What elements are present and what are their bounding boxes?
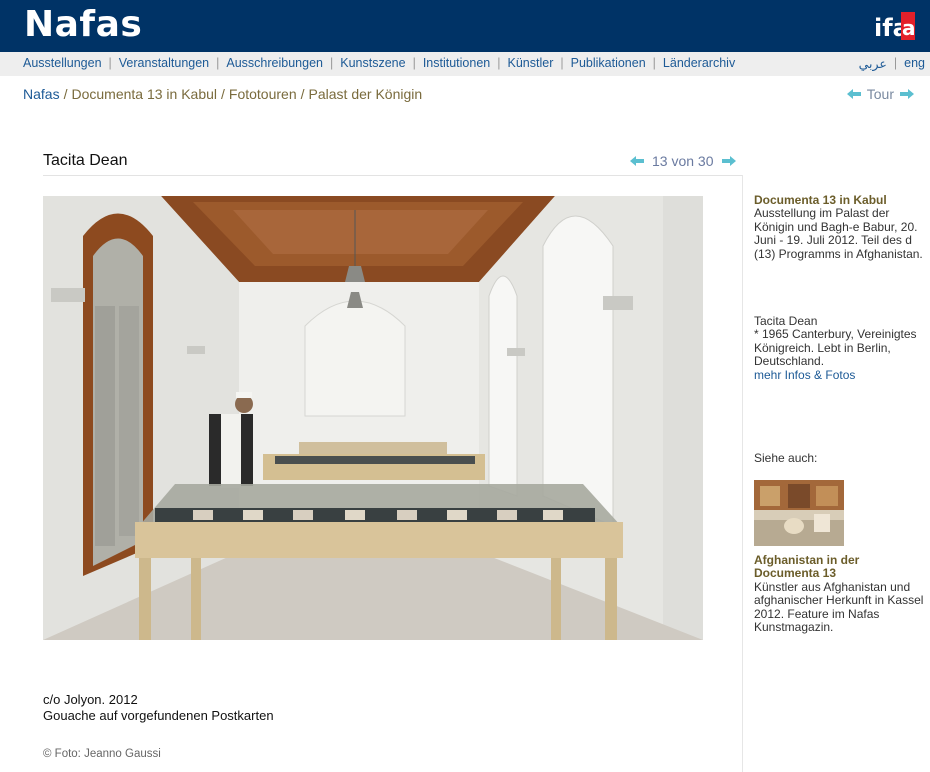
exhibition-photo[interactable] (43, 196, 703, 640)
photo-credit: © Foto: Jeanno Gaussi (43, 748, 161, 760)
tour-next-arrow-icon[interactable] (900, 89, 914, 99)
nav-item-institutionen[interactable]: Institutionen (423, 56, 490, 70)
svg-text:a: a (902, 16, 916, 40)
main-navigation: Ausstellungen | Veranstaltungen | Ausschreib… (0, 52, 930, 76)
nav-item-veranstaltungen[interactable]: Veranstaltungen (119, 56, 209, 70)
breadcrumb-documenta[interactable]: Documenta 13 in Kabul (71, 86, 217, 102)
breadcrumb-separator: / (221, 86, 225, 102)
nav-separator: | (497, 56, 501, 70)
breadcrumb: Nafas / Documenta 13 in Kabul / Fototouren / P… (23, 86, 422, 102)
site-header: Nafas ifa a (0, 0, 930, 52)
gallery-counter: 13 von 30 (630, 153, 736, 169)
breadcrumb-separator: / (300, 86, 305, 102)
nav-separator: | (412, 56, 416, 70)
nav-separator: | (330, 56, 334, 70)
nav-separator: | (893, 56, 898, 70)
caption-title: c/o Jolyon. 2012 (43, 692, 138, 707)
caption-medium: Gouache auf vorgefundenen Postkarten (43, 708, 274, 723)
related-thumbnail[interactable] (754, 480, 844, 546)
photo-caption: c/o Jolyon. 2012 Gouache auf vorgefunden… (43, 692, 274, 724)
related-feature: Afghanistan in der Documenta 13 Künstler… (754, 480, 924, 634)
breadcrumb-fototouren[interactable]: Fototouren (229, 86, 297, 102)
breadcrumb-current: Palast der Königin (308, 86, 423, 102)
lang-english-link[interactable]: eng (904, 56, 925, 71)
artist-more-link[interactable]: mehr Infos & Fotos (754, 368, 855, 382)
see-also-label: Siehe auch: (754, 451, 818, 465)
nav-separator: | (560, 56, 564, 70)
exhibition-info: Documenta 13 in Kabul Ausstellung im Pal… (754, 193, 924, 261)
lang-arabic-link[interactable]: عربي (859, 56, 887, 71)
related-title-link[interactable]: Afghanistan in der Documenta 13 (754, 553, 924, 581)
nav-separator: | (652, 56, 656, 70)
gallery-next-arrow-icon[interactable] (721, 156, 736, 166)
see-also-section: Siehe auch: (754, 451, 924, 465)
nav-item-ausschreibungen[interactable]: Ausschreibungen (226, 56, 323, 70)
nafas-logo[interactable]: Nafas (24, 4, 142, 45)
tour-navigation: Tour (846, 86, 914, 102)
breadcrumb-home[interactable]: Nafas (23, 86, 60, 102)
gallery-divider (43, 175, 742, 176)
nav-separator: | (108, 56, 112, 70)
nav-item-publikationen[interactable]: Publikationen (571, 56, 646, 70)
exhibition-description: Ausstellung im Palast der Königin und Ba… (754, 206, 923, 261)
main-nav-items: Ausstellungen | Veranstaltungen | Ausschreib… (23, 56, 735, 70)
tour-label: Tour (866, 86, 894, 102)
breadcrumb-separator: / (63, 86, 68, 102)
nav-item-k-nstler[interactable]: Künstler (508, 56, 554, 70)
exhibition-title-link[interactable]: Documenta 13 in Kabul (754, 193, 924, 207)
language-switcher: عربي | eng (859, 56, 925, 71)
artist-name: Tacita Dean (754, 314, 818, 328)
nav-item-ausstellungen[interactable]: Ausstellungen (23, 56, 102, 70)
nav-item-l-nderarchiv[interactable]: Länderarchiv (663, 56, 735, 70)
gallery-prev-arrow-icon[interactable] (630, 156, 644, 166)
sidebar-divider (742, 175, 743, 772)
artist-bio: * 1965 Canterbury, Vereinigtes Königreic… (754, 327, 917, 369)
gallery-artist-title: Tacita Dean (43, 152, 128, 169)
ifa-logo[interactable]: ifa a (874, 10, 918, 42)
tour-prev-arrow-icon[interactable] (846, 89, 861, 99)
artist-info: Tacita Dean * 1965 Canterbury, Vereinigt… (754, 314, 924, 382)
gallery-counter-text: 13 von 30 (652, 153, 714, 169)
related-description: Künstler aus Afghanistan und afghanische… (754, 579, 924, 635)
nav-item-kunstszene[interactable]: Kunstszene (340, 56, 405, 70)
nav-separator: | (216, 56, 220, 70)
